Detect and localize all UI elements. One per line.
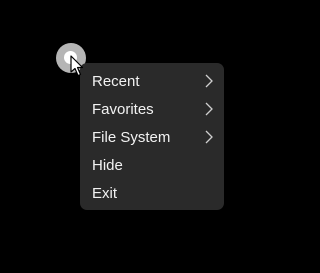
chevron-right-icon bbox=[205, 102, 213, 116]
menu-item-recent[interactable]: Recent bbox=[80, 67, 224, 95]
menu-item-label: Exit bbox=[92, 184, 118, 202]
menu-item-label: Hide bbox=[92, 156, 123, 174]
arrow-pointer-icon bbox=[70, 55, 84, 77]
menu-item-hide[interactable]: Hide bbox=[80, 151, 224, 179]
chevron-right-icon bbox=[205, 130, 213, 144]
menu-item-file-system[interactable]: File System bbox=[80, 123, 224, 151]
context-menu: Recent Favorites File System Hide Exit bbox=[80, 63, 224, 210]
menu-item-favorites[interactable]: Favorites bbox=[80, 95, 224, 123]
chevron-right-icon bbox=[205, 74, 213, 88]
desktop-background: Recent Favorites File System Hide Exit bbox=[0, 0, 292, 273]
menu-item-exit[interactable]: Exit bbox=[80, 179, 224, 207]
